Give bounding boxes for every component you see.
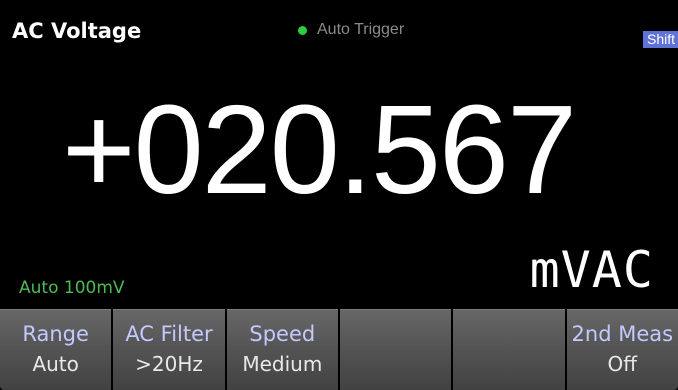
trigger-status: Auto Trigger: [298, 20, 404, 40]
reading-unit: mVAC: [529, 241, 654, 299]
softkey-bar: Range Auto AC Filter >20Hz Speed Medium …: [0, 309, 678, 390]
primary-reading: +020.567: [62, 79, 577, 220]
multimeter-display: AC Voltage Auto Trigger Shift +020.567 A…: [0, 0, 678, 390]
measurement-function-title: AC Voltage: [12, 19, 142, 43]
softkey-value: Medium: [242, 352, 323, 376]
softkey-2nd-meas[interactable]: 2nd Meas Off: [566, 309, 678, 390]
softkey-value: Auto: [32, 352, 79, 376]
trigger-label: Auto Trigger: [317, 21, 405, 38]
softkey-blank-5[interactable]: [453, 309, 565, 390]
softkey-label: Range: [22, 322, 89, 346]
softkey-value: Off: [607, 352, 638, 376]
softkey-range[interactable]: Range Auto: [0, 309, 112, 390]
range-status: Auto 100mV: [19, 278, 125, 298]
softkey-label: Speed: [249, 322, 316, 346]
softkey-ac-filter[interactable]: AC Filter >20Hz: [113, 309, 225, 390]
softkey-speed[interactable]: Speed Medium: [226, 309, 338, 390]
softkey-label: 2nd Meas: [571, 322, 674, 346]
shift-indicator: Shift: [642, 31, 678, 48]
softkey-blank-4[interactable]: [339, 309, 452, 390]
softkey-value: >20Hz: [135, 352, 203, 376]
trigger-indicator-icon: [298, 25, 307, 35]
softkey-label: AC Filter: [125, 322, 213, 346]
